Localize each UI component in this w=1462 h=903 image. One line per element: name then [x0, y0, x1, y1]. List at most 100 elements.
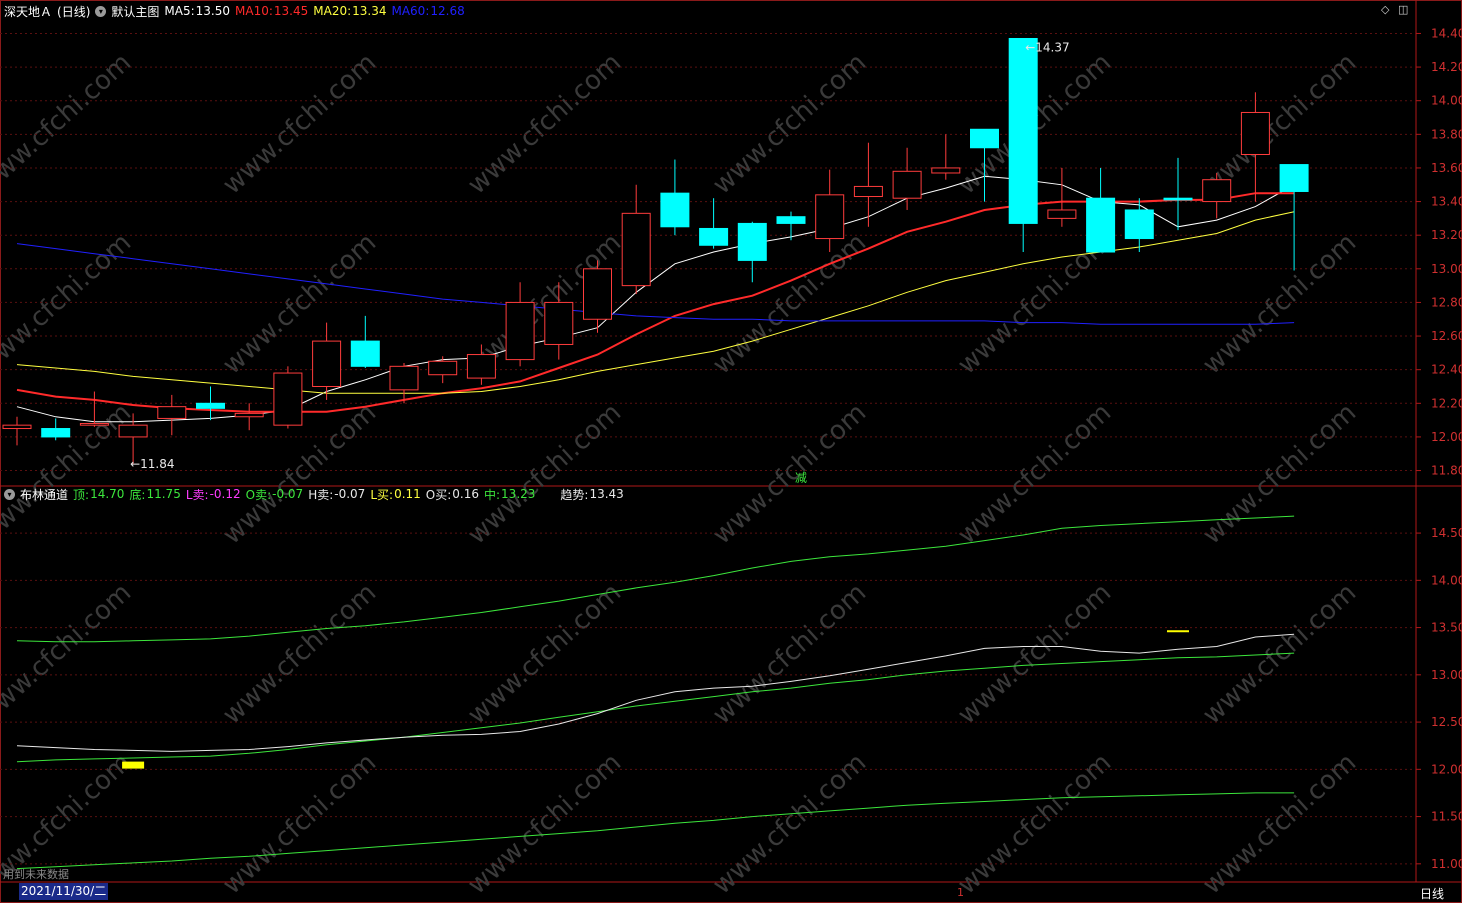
- watermark-text: www.cfchi.com: [462, 48, 627, 201]
- boll-axis-label: 13.00: [1431, 668, 1462, 682]
- watermark-text: www.cfchi.com: [707, 748, 872, 901]
- ma60-label: MA60:: [391, 4, 430, 18]
- candle-down: [970, 128, 999, 149]
- signal-marker: [122, 761, 145, 769]
- candle-down: [699, 227, 729, 246]
- candle-down: [776, 216, 806, 224]
- watermark-text: www.cfchi.com: [0, 48, 137, 201]
- indicator-name[interactable]: 布林通道: [20, 486, 68, 503]
- watermark-text: www.cfchi.com: [1197, 228, 1362, 381]
- l-sell-label: L卖:: [185, 487, 209, 502]
- candle-down: [1163, 197, 1193, 201]
- ma20-label: MA20:: [313, 4, 352, 18]
- price-axis-label: 13.40: [1431, 195, 1462, 209]
- signal-marker: [1167, 630, 1189, 633]
- watermark-text: www.cfchi.com: [1197, 748, 1362, 901]
- ma5-label: MA5:: [164, 4, 195, 18]
- boll-line-底: [16, 792, 1295, 870]
- ma10-label: MA10:: [235, 4, 273, 18]
- candle-up: [583, 268, 612, 320]
- price-axis-label: 11.80: [1431, 464, 1462, 478]
- trend-value: 13.43: [589, 487, 624, 501]
- watermark-text: www.cfchi.com: [217, 578, 382, 731]
- boll-axis-label: 11.00: [1431, 857, 1462, 871]
- price-axis-label: 12.00: [1431, 430, 1462, 444]
- period-label: (日线): [57, 4, 91, 19]
- ma10-value: 13.45: [273, 4, 309, 18]
- stock-name[interactable]: 深天地Ａ: [4, 3, 52, 20]
- candle-up: [157, 406, 187, 419]
- view-label[interactable]: 默认主图: [111, 3, 159, 20]
- h-sell-value: -0.07: [334, 487, 366, 501]
- watermark-text: www.cfchi.com: [0, 578, 137, 731]
- l-buy-value: 0.11: [394, 487, 421, 501]
- boll-axis-label: 14.00: [1431, 573, 1462, 587]
- watermark-text: www.cfchi.com: [952, 398, 1117, 551]
- l-sell-value: -0.12: [209, 487, 241, 501]
- candle-up: [1240, 111, 1270, 155]
- boll-bottom-label: 底:: [129, 487, 146, 502]
- boll-axis-label: 12.50: [1431, 715, 1462, 729]
- candle-up: [853, 185, 883, 198]
- candle-down: [350, 340, 380, 367]
- candle-up: [1047, 209, 1077, 219]
- candle-up: [815, 194, 845, 240]
- low-price-marker: ←11.84: [130, 457, 174, 471]
- stock-chart-window: www.cfchi.com www.cfchi.com www.cfchi.com w…: [0, 0, 1462, 903]
- watermark-text: www.cfchi.com: [462, 398, 627, 551]
- watermark-text: www.cfchi.com: [707, 228, 872, 381]
- watermark-text: www.cfchi.com: [952, 578, 1117, 731]
- candle-down: [1124, 209, 1154, 240]
- candle-up: [2, 424, 32, 430]
- watermark-text: www.cfchi.com: [217, 48, 382, 201]
- l-buy-label: L买:: [370, 487, 394, 502]
- main-panel-header: 深天地Ａ (日线) ▾ 默认主图 MA5: 13.50 MA10: 13.45 …: [4, 1, 465, 21]
- watermark-text: www.cfchi.com: [1197, 398, 1362, 551]
- candle-up: [428, 360, 458, 376]
- candle-down: [660, 192, 690, 228]
- boll-mid-value: 13.23: [501, 487, 536, 501]
- boll-axis-label: 14.50: [1431, 526, 1462, 540]
- candle-up: [234, 412, 264, 418]
- future-data-label: 用到未来数据: [3, 868, 69, 881]
- panel-toggle-icon[interactable]: ◫: [1398, 3, 1408, 16]
- sub-indicator-dropdown-icon[interactable]: ▾: [4, 488, 15, 500]
- boll-bottom-value: 11.75: [146, 487, 181, 501]
- candle-up: [931, 167, 961, 174]
- boll-axis-label: 12.00: [1431, 762, 1462, 776]
- candle-up: [621, 212, 651, 287]
- price-axis-label: 12.60: [1431, 329, 1462, 343]
- candle-up: [1202, 179, 1232, 203]
- candle-up: [505, 301, 535, 361]
- h-sell-label: H卖:: [308, 487, 334, 502]
- period-button[interactable]: 日线: [1420, 885, 1444, 902]
- candle-down: [1279, 164, 1309, 192]
- watermark-text: www.cfchi.com: [217, 748, 382, 901]
- price-axis-label: 13.20: [1431, 228, 1462, 242]
- candle-up: [79, 422, 109, 426]
- candle-down: [41, 428, 71, 438]
- price-axis-label: 14.40: [1431, 26, 1462, 40]
- boll-top-value: 14.70: [90, 487, 125, 501]
- high-price-marker: ←14.37: [1025, 40, 1069, 54]
- candle-up: [389, 365, 419, 391]
- event-marker: 减: [795, 471, 807, 485]
- watermark-text: www.cfchi.com: [462, 578, 627, 731]
- kline-chart-canvas[interactable]: www.cfchi.com www.cfchi.com www.cfchi.com w…: [0, 0, 1462, 903]
- price-axis-label: 13.00: [1431, 262, 1462, 276]
- o-buy-label: O买:: [425, 487, 452, 502]
- price-axis-label: 14.00: [1431, 94, 1462, 108]
- diamond-icon[interactable]: ◇: [1381, 3, 1389, 16]
- candle-up: [118, 424, 148, 438]
- ma60-value: 12.68: [430, 4, 465, 18]
- price-axis-label: 13.80: [1431, 127, 1462, 141]
- candle-down: [196, 402, 225, 409]
- candle-up: [544, 301, 574, 345]
- candle-down: [737, 222, 767, 261]
- main-view-dropdown-icon[interactable]: ▾: [95, 5, 107, 17]
- trend-label: 趋势:: [560, 487, 589, 502]
- price-axis-label: 12.40: [1431, 363, 1462, 377]
- o-buy-value: 0.16: [452, 487, 479, 501]
- boll-axis-label: 11.50: [1431, 810, 1462, 824]
- candle-down: [1086, 197, 1116, 253]
